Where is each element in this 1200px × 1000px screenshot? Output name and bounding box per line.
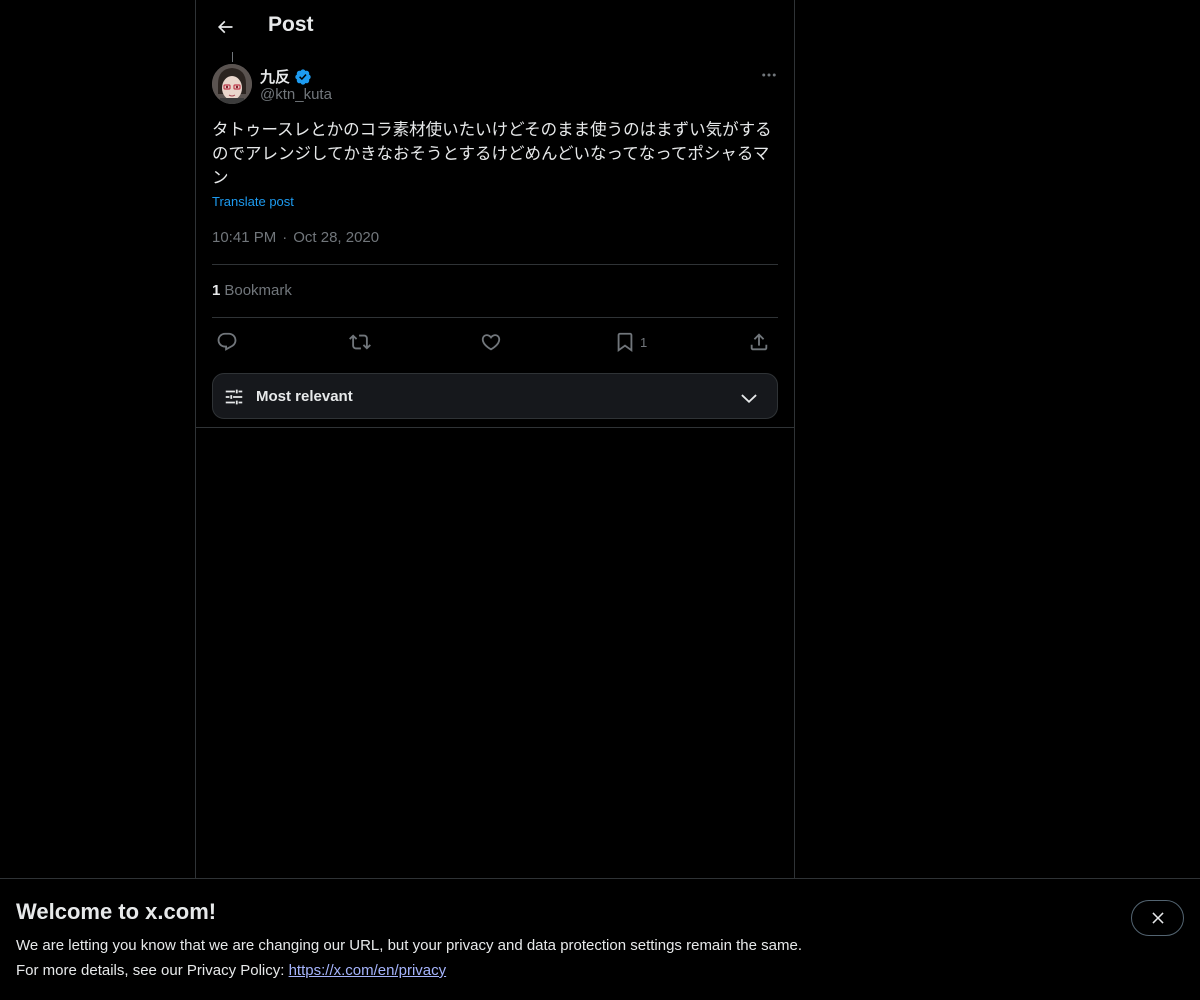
display-name-row: 九反 (260, 66, 312, 87)
page-title: Post (268, 13, 314, 36)
share-button[interactable] (748, 330, 770, 354)
bookmark-stats[interactable]: 1 Bookmark (212, 282, 292, 299)
repost-button[interactable] (349, 330, 371, 354)
post-author: 九反 @ktn_kuta (212, 64, 778, 108)
repost-icon (349, 334, 371, 350)
bookmark-icon (617, 332, 633, 353)
heart-icon (481, 334, 501, 351)
bookmark-count: 1 (640, 334, 648, 350)
banner-title: Welcome to x.com! (16, 899, 217, 924)
more-icon (762, 73, 776, 77)
close-icon (1151, 912, 1164, 924)
banner-details-text: For more details, see our Privacy Policy… (16, 962, 289, 979)
bookmark-stat-count: 1 (212, 282, 221, 299)
more-button[interactable] (758, 64, 780, 86)
bookmark-button[interactable]: 1 (614, 330, 647, 354)
post-actions: 1 (212, 326, 778, 358)
avatar-image (212, 64, 252, 104)
bookmark-stat-label: Bookmark (224, 282, 292, 299)
arrow-left-icon (217, 20, 233, 34)
post-timestamp[interactable]: 10:41 PM · Oct 28, 2020 (212, 229, 379, 246)
divider (212, 264, 778, 265)
separator-dot: · (282, 229, 288, 246)
banner-message: We are letting you know that we are chan… (16, 937, 802, 954)
display-name[interactable]: 九反 (260, 66, 290, 87)
user-handle[interactable]: @ktn_kuta (260, 86, 332, 103)
sliders-icon (225, 389, 243, 405)
primary-column: Post 九反 @ktn_kuta タトゥースレとかのコラ素材使いたいけどそのま… (195, 0, 795, 878)
url-change-banner: Welcome to x.com! We are letting you kno… (0, 878, 1200, 1000)
post-text: タトゥースレとかのコラ素材使いたいけどそのまま使うのはまずい気がするのでアレンジ… (212, 120, 772, 187)
chevron-down-icon (741, 394, 757, 404)
privacy-policy-link[interactable]: https://x.com/en/privacy (289, 962, 447, 979)
avatar[interactable] (212, 64, 252, 104)
divider (212, 317, 778, 318)
post-date: Oct 28, 2020 (293, 229, 380, 246)
divider (196, 427, 794, 428)
header: Post (196, 0, 794, 54)
thread-line (232, 52, 233, 62)
translate-post-link[interactable]: Translate post (212, 194, 294, 209)
like-button[interactable] (480, 330, 502, 354)
verified-badge-icon (295, 68, 311, 85)
banner-details: For more details, see our Privacy Policy… (16, 962, 446, 979)
reply-button[interactable] (216, 330, 238, 354)
reply-icon (217, 332, 237, 351)
post-time: 10:41 PM (212, 229, 277, 246)
sort-replies-dropdown[interactable]: Most relevant (212, 373, 778, 419)
close-banner-button[interactable] (1131, 900, 1184, 936)
sort-label: Most relevant (256, 388, 353, 405)
share-icon (750, 333, 768, 351)
back-button[interactable] (208, 10, 242, 44)
